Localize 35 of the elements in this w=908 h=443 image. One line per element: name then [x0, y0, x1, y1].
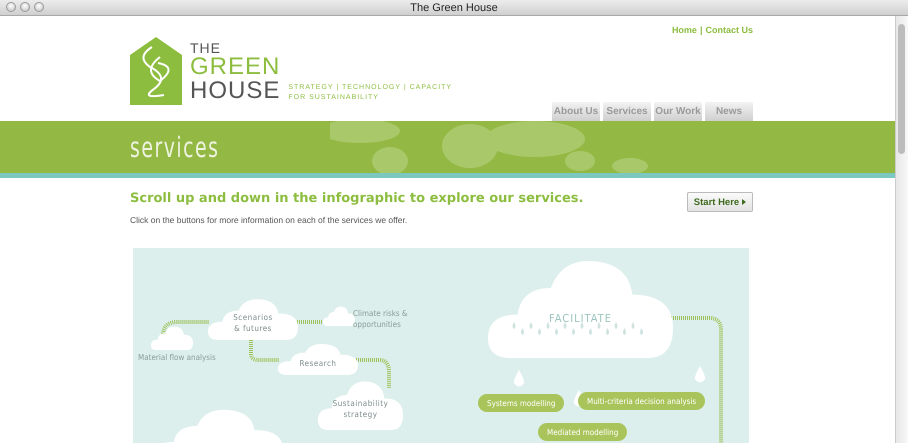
service-cloud[interactable]: Sustainability strategy: [318, 380, 403, 430]
nav-tab[interactable]: Services: [603, 102, 651, 121]
link-separator: |: [700, 25, 702, 35]
service-button[interactable]: Systems modelling: [478, 394, 564, 412]
window-title: The Green House: [410, 2, 498, 14]
nav-tab[interactable]: News: [705, 102, 753, 121]
intro-text: Click on the buttons for more information on each of the services we offer.: [130, 215, 408, 225]
page-title: services: [130, 130, 220, 164]
service-cloud[interactable]: Research: [278, 343, 358, 375]
connector-line: [297, 320, 323, 324]
cloud-icon: [323, 306, 355, 326]
connector-line: [356, 358, 391, 388]
cloud-icon: [151, 326, 193, 350]
logo-text: GREEN: [190, 55, 280, 79]
facilitate-cloud[interactable]: FACILITATE: [488, 258, 673, 358]
raindrop-icon: [694, 366, 706, 384]
service-cloud[interactable]: Scenarios & futures: [208, 298, 298, 340]
service-button[interactable]: Mediated modelling: [538, 423, 628, 441]
intro-heading: Scroll up and down in the infographic to explore our services.: [130, 191, 584, 206]
nav-tab[interactable]: Our Work: [654, 102, 702, 121]
logo-text: THE: [190, 41, 222, 55]
service-button[interactable]: Multi-criteria decision analysis: [578, 392, 706, 410]
nav-tab[interactable]: About Us: [552, 102, 600, 121]
house-logo-icon: [130, 37, 182, 105]
caret-icon: [742, 199, 746, 205]
connector-line: [161, 320, 209, 336]
start-here-button[interactable]: Start Here: [687, 192, 753, 212]
service-label[interactable]: Climate risks & opportunities: [353, 308, 408, 330]
service-label[interactable]: Material flow analysis: [138, 352, 216, 363]
top-link[interactable]: Home: [672, 25, 697, 35]
logo-text: HOUSE: [190, 79, 280, 103]
connector-line: [249, 340, 279, 362]
top-link[interactable]: Contact Us: [705, 25, 753, 35]
raindrop-icon: [513, 370, 525, 388]
scrollbar[interactable]: [895, 16, 908, 443]
